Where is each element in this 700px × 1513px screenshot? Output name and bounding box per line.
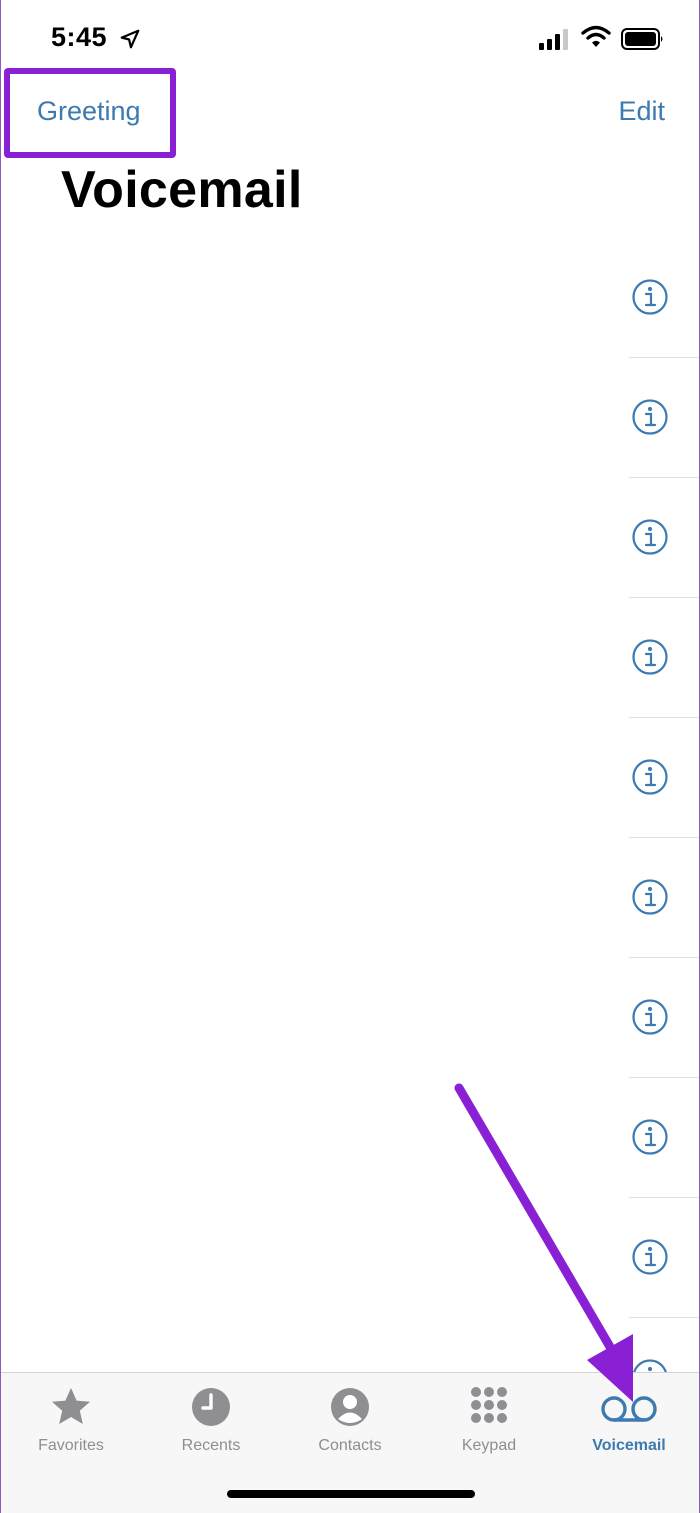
voicemail-row[interactable]: [1, 718, 699, 838]
voicemail-list: [1, 238, 699, 1395]
battery-icon: [621, 28, 663, 50]
info-circle-icon[interactable]: [631, 398, 669, 436]
voicemail-row[interactable]: [1, 1078, 699, 1198]
person-circle-icon: [331, 1388, 369, 1426]
voicemail-row[interactable]: [1, 958, 699, 1078]
tab-voicemail[interactable]: Voicemail: [569, 1385, 689, 1465]
location-arrow-icon: [120, 29, 140, 49]
tab-recents[interactable]: Recents: [151, 1385, 271, 1465]
info-circle-icon[interactable]: [631, 278, 669, 316]
home-indicator[interactable]: [227, 1490, 475, 1498]
tab-label: Voicemail: [592, 1437, 666, 1454]
tab-label: Recents: [181, 1437, 241, 1454]
voicemail-icon: [601, 1396, 657, 1422]
wifi-icon: [581, 25, 611, 47]
tab-contacts[interactable]: Contacts: [290, 1385, 410, 1465]
info-circle-icon[interactable]: [631, 878, 669, 916]
voicemail-row[interactable]: [1, 598, 699, 718]
cellular-signal-icon: [539, 29, 568, 50]
voicemail-row[interactable]: [1, 838, 699, 958]
voicemail-row[interactable]: [1, 358, 699, 478]
page-title: Voicemail: [61, 161, 303, 219]
tab-favorites[interactable]: Favorites: [11, 1385, 131, 1465]
phone-screen: 5:45 Greeting Edit Voicemail Favorites R…: [0, 0, 700, 1513]
voicemail-row[interactable]: [1, 1198, 699, 1318]
keypad-icon: [471, 1387, 507, 1423]
voicemail-row[interactable]: [1, 478, 699, 598]
status-bar: 5:45: [1, 0, 699, 70]
voicemail-row[interactable]: [1, 238, 699, 358]
info-circle-icon[interactable]: [631, 1118, 669, 1156]
tab-label: Favorites: [38, 1437, 104, 1454]
edit-button[interactable]: Edit: [618, 96, 665, 127]
info-circle-icon[interactable]: [631, 638, 669, 676]
star-icon: [52, 1388, 90, 1424]
tab-label: Keypad: [461, 1437, 517, 1454]
info-circle-icon[interactable]: [631, 998, 669, 1036]
tab-keypad[interactable]: Keypad: [429, 1385, 549, 1465]
info-circle-icon[interactable]: [631, 518, 669, 556]
status-time: 5:45: [51, 22, 108, 52]
greeting-button[interactable]: Greeting: [37, 96, 141, 127]
clock-icon: [192, 1388, 230, 1426]
tab-label: Contacts: [318, 1437, 382, 1454]
info-circle-icon[interactable]: [631, 758, 669, 796]
info-circle-icon[interactable]: [631, 1238, 669, 1276]
